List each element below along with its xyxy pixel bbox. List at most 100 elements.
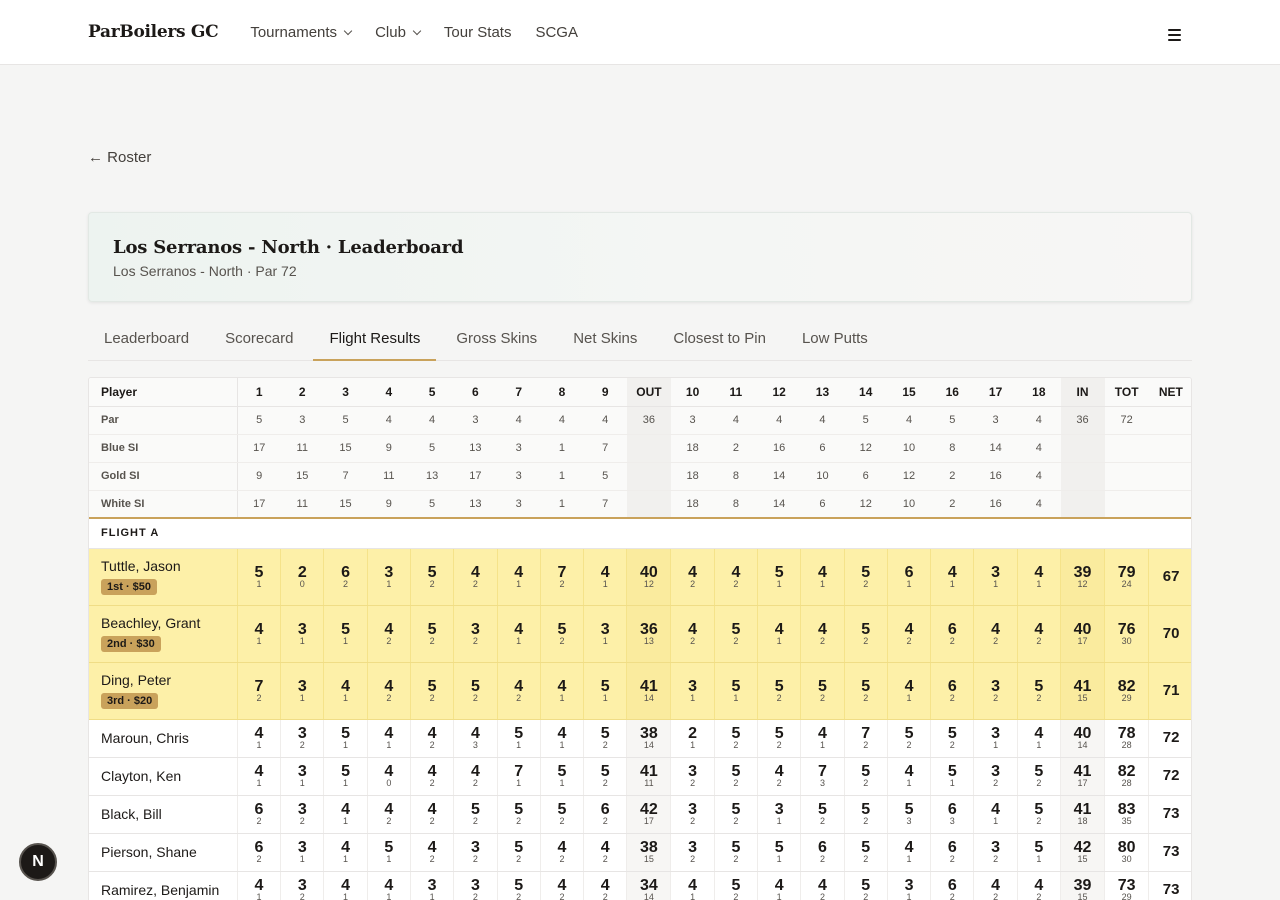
putts: 17 xyxy=(643,816,654,826)
putts: 2 xyxy=(733,578,739,589)
table-row[interactable]: Maroun, Chris 4 1 3 2 5 1 4 1 4 2 4 3 5 1 4 1 5 2 38 14 2 1 5 2 5… xyxy=(89,719,1191,758)
putts: 2 xyxy=(256,692,262,703)
strokes: 5 xyxy=(731,763,741,780)
tab-net-skins[interactable]: Net Skins xyxy=(557,320,653,361)
putts: 2 xyxy=(776,740,782,750)
strokes: 5 xyxy=(600,725,610,742)
tab-low-putts[interactable]: Low Putts xyxy=(786,320,884,361)
score-cell: 41 17 xyxy=(1060,757,1106,796)
player-name[interactable]: Ramirez, Benjamin xyxy=(101,882,237,898)
strokes: 38 xyxy=(640,839,658,856)
nav-scga[interactable]: SCGA xyxy=(535,24,578,41)
info-cell: 13 xyxy=(453,434,498,463)
putts: 1 xyxy=(343,854,349,864)
putts: 2 xyxy=(386,635,392,646)
info-cell xyxy=(1104,490,1149,519)
strokes: 4 xyxy=(904,620,914,638)
putts: 0 xyxy=(386,778,392,788)
info-cell: 4 xyxy=(367,406,411,435)
info-cell: 9 xyxy=(367,434,411,463)
back-to-roster-link[interactable]: ← Roster xyxy=(88,149,151,166)
score-cell: 62 xyxy=(930,871,975,900)
info-cell: 12 xyxy=(844,434,888,463)
putts: 2 xyxy=(949,740,955,750)
nav-tournaments[interactable]: Tournaments xyxy=(250,24,353,41)
score-cell: 62 xyxy=(583,795,628,834)
table-row[interactable]: Clayton, Ken 4 1 3 1 5 1 4 0 4 2 4 2 7 1 5 1 5 2 41 11 3 2 5 2 4 2… xyxy=(89,757,1191,796)
floating-n-badge[interactable]: N xyxy=(19,843,57,881)
table-row[interactable]: Pierson, Shane 6 2 3 1 4 1 5 1 4 2 3 2 5 2 4 2 4 2 38 15 3 2 5 2… xyxy=(89,833,1191,872)
score-cell: 40 xyxy=(367,757,411,796)
player-name[interactable]: Maroun, Chris xyxy=(101,730,237,746)
strokes: 3 xyxy=(774,801,784,818)
info-cell: 6 xyxy=(844,462,888,491)
player-name[interactable]: Ding, Peter xyxy=(101,672,237,688)
player-name[interactable]: Black, Bill xyxy=(101,806,237,822)
strokes: 6 xyxy=(947,620,957,638)
strokes: 6 xyxy=(600,801,610,818)
hamburger-icon[interactable] xyxy=(1168,29,1181,41)
strokes: 5 xyxy=(1034,839,1044,856)
table-row[interactable]: Ramirez, Benjamin 4 1 3 2 4 1 4 1 3 1 3 2 5 2 4 2 4 2 34 14 4… xyxy=(89,871,1191,900)
putts: 1 xyxy=(690,692,696,703)
tab-gross-skins[interactable]: Gross Skins xyxy=(440,320,553,361)
putts: 1 xyxy=(559,740,565,750)
flight-label: FLIGHT A xyxy=(89,518,1191,549)
info-cell: 1 xyxy=(540,462,584,491)
table-row[interactable]: Beachley, Grant 2nd · $30 4 1 3 1 5 1 4 2 5 2 3 2 4 1 5 2… xyxy=(89,605,1191,663)
table-row[interactable]: Black, Bill 6 2 3 2 4 1 4 2 4 2 5 2 5 2 5 2 6 2 42 17 3 2 5 2 3 1 5… xyxy=(89,795,1191,834)
putts: 2 xyxy=(733,778,739,788)
tab-leaderboard[interactable]: Leaderboard xyxy=(88,320,205,361)
score-cell: 41 xyxy=(237,605,282,663)
putts: 2 xyxy=(429,854,435,864)
player-name[interactable]: Beachley, Grant xyxy=(101,615,237,631)
score-cell: 32 xyxy=(280,719,325,758)
score-cell: 73 29 xyxy=(1104,871,1150,900)
putts: 1 xyxy=(256,740,262,750)
player-name[interactable]: Pierson, Shane xyxy=(101,844,237,860)
info-cell: 9 xyxy=(367,490,411,519)
tab-flight-results[interactable]: Flight Results xyxy=(313,320,437,361)
strokes: 4 xyxy=(688,620,698,638)
putts: 2 xyxy=(602,816,608,826)
tab-closest-to-pin[interactable]: Closest to Pin xyxy=(657,320,782,361)
strokes: 5 xyxy=(600,677,610,695)
putts: 1 xyxy=(386,854,392,864)
strokes: 5 xyxy=(1034,677,1044,695)
strokes: 5 xyxy=(427,620,437,638)
putts: 1 xyxy=(559,778,565,788)
putts: 1 xyxy=(906,892,912,900)
table-row[interactable]: Ding, Peter 3rd · $20 7 2 3 1 4 1 4 2 5 2 5 2 4 2 4 1 5 1 41… xyxy=(89,662,1191,720)
putts: 3 xyxy=(949,816,955,826)
net-score-cell: 72 xyxy=(1148,719,1191,758)
putts: 2 xyxy=(993,778,999,788)
info-cell: 18 xyxy=(670,490,715,519)
putts: 18 xyxy=(1077,816,1088,826)
column-header-in: IN xyxy=(1060,378,1105,407)
strokes: 3 xyxy=(470,877,480,894)
table-row[interactable]: Tuttle, Jason 1st · $50 5 1 2 0 6 2 3 1 5 2 4 2 4 1 7 2 4 1… xyxy=(89,548,1191,606)
player-name[interactable]: Clayton, Ken xyxy=(101,768,237,784)
info-cell: 7 xyxy=(583,434,627,463)
putts: 2 xyxy=(559,854,565,864)
column-header-15: 15 xyxy=(887,378,931,407)
brand-logo[interactable]: ParBoilers GC xyxy=(88,22,219,42)
net-score-cell: 73 xyxy=(1148,833,1191,872)
tab-scorecard[interactable]: Scorecard xyxy=(209,320,309,361)
tournament-header-card: Los Serranos - North · Leaderboard Los S… xyxy=(88,212,1192,302)
putts: 2 xyxy=(299,892,305,900)
player-cell: Maroun, Chris xyxy=(89,719,238,758)
strokes: 5 xyxy=(818,677,827,695)
nav-club[interactable]: Club xyxy=(375,24,422,41)
score-cell: 72 xyxy=(237,662,282,720)
chevron-down-icon xyxy=(343,26,353,35)
putts: 1 xyxy=(256,778,262,788)
score-cell: 41 xyxy=(670,871,715,900)
score-cell: 42 xyxy=(497,662,541,720)
putts: 1 xyxy=(776,816,782,826)
strokes: 4 xyxy=(384,763,394,780)
putts: 1 xyxy=(386,578,392,589)
nav-tour-stats[interactable]: Tour Stats xyxy=(444,24,512,41)
player-name[interactable]: Tuttle, Jason xyxy=(101,558,237,574)
info-cell: 72 xyxy=(1104,406,1149,435)
